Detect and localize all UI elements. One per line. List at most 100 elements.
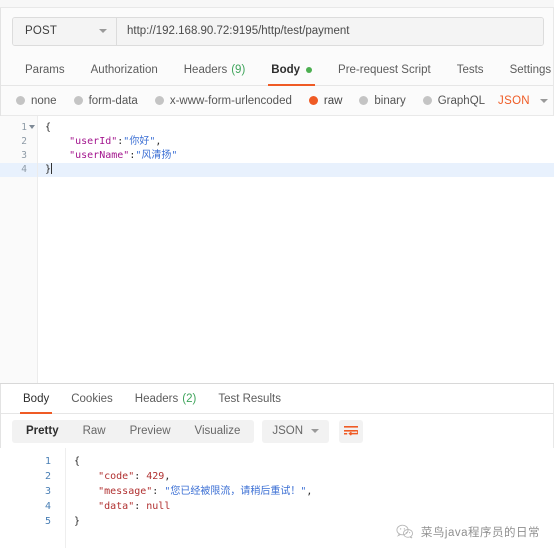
request-editor-code[interactable]: { "userId":"你好", "userName":"风清扬" } — [38, 116, 554, 383]
chevron-down-icon — [539, 98, 548, 103]
code-line: "data": null — [66, 499, 554, 514]
http-method-select[interactable]: POST — [13, 17, 117, 45]
gutter-line-number: 5 — [44, 516, 51, 527]
json-value: "你好" — [123, 136, 156, 147]
body-type-none-label: none — [31, 94, 57, 107]
gutter-line-number: 1 — [44, 456, 51, 467]
response-format-label: JSON — [272, 425, 304, 437]
tab-authorization[interactable]: Authorization — [78, 54, 171, 85]
json-value: "风清扬" — [135, 150, 178, 161]
json-separator: : — [134, 471, 147, 482]
response-tabs: Body Cookies Headers (2) Test Results — [0, 384, 554, 414]
json-value: null — [146, 501, 171, 512]
json-comma: , — [164, 471, 171, 482]
postman-window: POST http://192.168.90.72:9195/http/test… — [0, 0, 554, 548]
response-tab-headers[interactable]: Headers (2) — [124, 384, 208, 413]
tab-body-label: Body — [271, 63, 301, 76]
tab-headers[interactable]: Headers (9) — [171, 54, 259, 85]
request-format-select[interactable]: JSON — [498, 95, 548, 107]
body-type-graphql-label: GraphQL — [437, 94, 486, 107]
code-line: "userId":"你好", — [38, 135, 554, 149]
text-cursor — [51, 163, 53, 174]
response-tab-cookies-label: Cookies — [71, 392, 113, 405]
tab-tests-label: Tests — [456, 63, 484, 76]
radio-selected-icon — [308, 96, 318, 105]
radio-icon — [73, 96, 83, 105]
request-tabs: Params Authorization Headers (9) Body Pr… — [0, 54, 554, 86]
tab-body[interactable]: Body — [258, 54, 325, 86]
body-type-binary[interactable]: binary — [359, 94, 406, 107]
response-tab-headers-label: Headers — [134, 392, 179, 405]
code-line: { — [66, 454, 554, 469]
json-separator: : — [134, 501, 147, 512]
code-line: "userName":"风清扬" — [38, 149, 554, 163]
code-brace: { — [74, 456, 81, 467]
response-tab-body-label: Body — [23, 392, 50, 405]
body-type-urlencoded[interactable]: x-www-form-urlencoded — [154, 94, 292, 107]
body-type-raw[interactable]: raw — [308, 95, 342, 107]
json-value: 429 — [146, 471, 165, 482]
body-type-form-data-label: form-data — [88, 94, 138, 107]
json-comma: , — [155, 136, 162, 147]
http-method-label: POST — [25, 25, 58, 37]
tab-authorization-label: Authorization — [90, 63, 158, 76]
tab-settings[interactable]: Settings — [497, 54, 554, 85]
body-modified-dot-icon — [306, 66, 313, 73]
tab-settings-label: Settings — [509, 63, 552, 76]
response-tab-headers-count: (2) — [182, 392, 197, 405]
gutter-line-number: 4 — [0, 163, 37, 177]
body-type-graphql[interactable]: GraphQL — [422, 94, 486, 107]
body-type-row: none form-data x-www-form-urlencoded raw… — [0, 86, 554, 116]
code-brace: { — [45, 122, 52, 133]
response-tab-test-results-label: Test Results — [218, 392, 281, 405]
radio-icon — [422, 96, 432, 105]
response-tab-cookies[interactable]: Cookies — [60, 384, 124, 413]
word-wrap-button[interactable] — [339, 419, 364, 443]
code-line: "message": "您已经被限流，请稍后重试！", — [66, 484, 554, 499]
url-bar: POST http://192.168.90.72:9195/http/test… — [12, 16, 544, 46]
json-comma: , — [306, 486, 313, 497]
chevron-down-icon — [99, 29, 107, 33]
view-mode-preview[interactable]: Preview — [118, 421, 183, 442]
chevron-down-icon — [311, 429, 320, 433]
gutter-line-number: 2 — [21, 136, 27, 147]
json-key: "userName" — [69, 150, 130, 161]
response-tab-test-results[interactable]: Test Results — [207, 384, 292, 413]
request-format-label: JSON — [498, 94, 530, 107]
line-number-text: 1 — [21, 122, 27, 133]
gutter-line-number: 4 — [44, 501, 51, 512]
tab-headers-label: Headers — [183, 63, 228, 76]
view-mode-raw[interactable]: Raw — [71, 421, 118, 442]
view-mode-visualize[interactable]: Visualize — [183, 421, 253, 442]
body-type-form-data[interactable]: form-data — [73, 94, 138, 107]
tab-tests[interactable]: Tests — [444, 54, 497, 85]
gutter-line-number: 1 — [0, 121, 37, 135]
tab-params[interactable]: Params — [12, 54, 78, 85]
response-body-editor[interactable]: 1 2 3 4 5 { "code": 429, "message": "您已经… — [0, 448, 554, 548]
json-key: "userId" — [69, 136, 118, 147]
body-type-urlencoded-label: x-www-form-urlencoded — [169, 94, 292, 107]
body-type-binary-label: binary — [374, 94, 406, 107]
response-toolbar: Pretty Raw Preview Visualize JSON — [0, 414, 554, 448]
view-mode-pretty[interactable]: Pretty — [14, 421, 71, 442]
tab-pre-request-script[interactable]: Pre-request Script — [325, 54, 444, 85]
gutter-line-number: 3 — [44, 486, 51, 497]
fold-arrow-icon[interactable] — [29, 125, 35, 129]
body-type-none[interactable]: none — [16, 95, 57, 107]
request-editor-gutter: 1 2 3 4 — [0, 116, 38, 383]
response-editor-gutter: 1 2 3 4 5 — [0, 448, 66, 548]
json-key: "message" — [98, 486, 153, 497]
json-separator: : — [152, 486, 165, 497]
response-format-select[interactable]: JSON — [262, 419, 330, 443]
json-value: "您已经被限流，请稍后重试！" — [164, 486, 307, 497]
url-input[interactable]: http://192.168.90.72:9195/http/test/paym… — [117, 17, 543, 45]
gutter-line-number: 3 — [21, 150, 27, 161]
window-top-strip — [0, 0, 554, 8]
request-body-editor[interactable]: 1 2 3 4 { "userId":"你好", "userName":"风清扬… — [0, 116, 554, 384]
word-wrap-icon — [344, 426, 359, 436]
code-line: "code": 429, — [66, 469, 554, 484]
code-line: } — [66, 514, 554, 529]
response-tab-body[interactable]: Body — [12, 384, 60, 414]
gutter-line-number: 2 — [44, 471, 51, 482]
tab-params-label: Params — [25, 63, 65, 76]
